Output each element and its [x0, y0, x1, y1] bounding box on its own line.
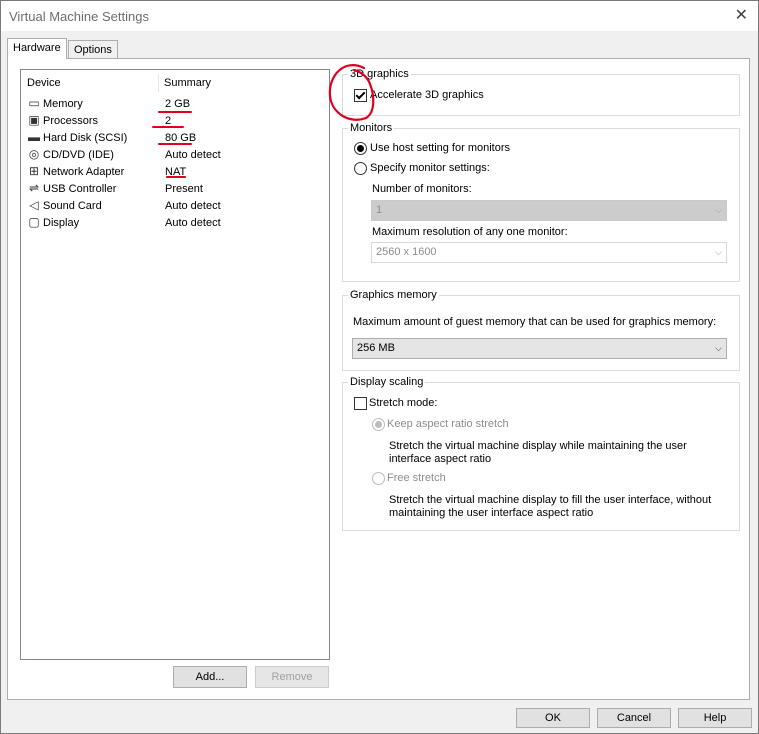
device-summary: 2 GB	[165, 98, 191, 110]
group-graphics-memory	[342, 295, 740, 371]
tab-hardware[interactable]: Hardware	[7, 38, 67, 59]
summary-column-header[interactable]: Summary	[164, 77, 211, 89]
graphics-memory-select[interactable]: 256 MB ⌵	[352, 338, 727, 359]
monitor-icon: ▢	[28, 215, 40, 229]
stretch-mode-label[interactable]: Stretch mode:	[369, 397, 437, 409]
red-underline-network	[166, 176, 186, 178]
max-resolution-label: Maximum resolution of any one monitor:	[372, 226, 568, 238]
device-row-cd-dvd[interactable]: ◎ CD/DVD (IDE) Auto detect	[21, 147, 327, 164]
remove-device-button[interactable]: Remove	[255, 666, 329, 688]
max-resolution-select[interactable]: 2560 x 1600 ⌵	[371, 242, 727, 263]
device-name: USB Controller	[43, 183, 117, 195]
device-column-header[interactable]: Device	[27, 77, 61, 89]
use-host-monitors-label[interactable]: Use host setting for monitors	[370, 142, 510, 154]
keep-aspect-description: Stretch the virtual machine display whil…	[389, 440, 687, 465]
specify-monitors-label[interactable]: Specify monitor settings:	[370, 162, 490, 174]
help-button[interactable]: Help	[678, 708, 752, 728]
use-host-monitors-radio[interactable]	[354, 142, 367, 155]
device-row-display[interactable]: ▢ Display Auto detect	[21, 215, 327, 232]
keep-aspect-label[interactable]: Keep aspect ratio stretch	[387, 418, 509, 430]
add-device-button[interactable]: Add...	[173, 666, 247, 688]
chevron-down-icon: ⌵	[715, 343, 722, 353]
device-name: Network Adapter	[43, 166, 125, 178]
number-of-monitors-value: 1	[376, 204, 383, 216]
device-name: Processors	[43, 115, 99, 127]
device-summary: Auto detect	[165, 217, 221, 229]
device-row-usb-controller[interactable]: ⇌ USB Controller Present	[21, 181, 327, 198]
hard-disk-icon: ▬	[28, 130, 40, 144]
window-title: Virtual Machine Settings	[9, 9, 149, 24]
red-underline-hard-disk	[158, 143, 192, 145]
graphics-memory-value: 256 MB	[357, 342, 395, 354]
speaker-icon: ◁	[29, 198, 39, 212]
accelerate-3d-label[interactable]: Accelerate 3D graphics	[370, 89, 484, 101]
specify-monitors-radio[interactable]	[354, 162, 367, 175]
red-circle-annotation	[328, 64, 375, 121]
stretch-mode-checkbox[interactable]	[354, 397, 367, 410]
usb-icon: ⇌	[28, 181, 40, 195]
number-of-monitors-label: Number of monitors:	[372, 183, 472, 195]
device-summary: Auto detect	[165, 149, 221, 161]
graphics-memory-description: Maximum amount of guest memory that can …	[353, 316, 717, 328]
free-stretch-label[interactable]: Free stretch	[387, 472, 446, 484]
keep-aspect-radio[interactable]	[372, 418, 385, 431]
column-divider[interactable]	[158, 74, 159, 92]
tab-options[interactable]: Options	[68, 40, 118, 59]
group-monitors-label: Monitors	[348, 122, 395, 134]
device-name: Sound Card	[43, 200, 102, 212]
chevron-down-icon: ⌵	[715, 205, 722, 215]
device-list[interactable]: Device Summary ▭ Memory 2 GB ▣ Processor…	[20, 69, 330, 660]
free-stretch-radio[interactable]	[372, 472, 385, 485]
cd-dvd-icon: ◎	[28, 147, 40, 161]
number-of-monitors-select[interactable]: 1 ⌵	[371, 200, 727, 221]
chevron-down-icon: ⌵	[715, 247, 722, 257]
title-bar: Virtual Machine Settings ✕	[1, 1, 758, 31]
device-name: Memory	[43, 98, 83, 110]
device-row-network-adapter[interactable]: ⊞ Network Adapter NAT	[21, 164, 327, 181]
max-resolution-value: 2560 x 1600	[376, 246, 437, 258]
memory-icon: ▭	[28, 96, 40, 110]
group-graphics-memory-label: Graphics memory	[348, 289, 439, 301]
device-row-sound-card[interactable]: ◁ Sound Card Auto detect	[21, 198, 327, 215]
red-underline-processors	[152, 126, 184, 128]
device-name: Display	[43, 217, 80, 229]
network-adapter-icon: ⊞	[28, 164, 40, 178]
device-summary: Present	[165, 183, 203, 195]
cancel-button[interactable]: Cancel	[597, 708, 671, 728]
ok-button[interactable]: OK	[516, 708, 590, 728]
free-stretch-description: Stretch the virtual machine display to f…	[389, 494, 712, 519]
device-name: CD/DVD (IDE)	[43, 149, 114, 161]
group-display-scaling-label: Display scaling	[348, 376, 426, 388]
close-icon[interactable]: ✕	[735, 7, 748, 25]
device-summary: Auto detect	[165, 200, 221, 212]
device-name: Hard Disk (SCSI)	[43, 132, 128, 144]
red-underline-memory	[158, 111, 192, 113]
processor-icon: ▣	[28, 113, 40, 127]
